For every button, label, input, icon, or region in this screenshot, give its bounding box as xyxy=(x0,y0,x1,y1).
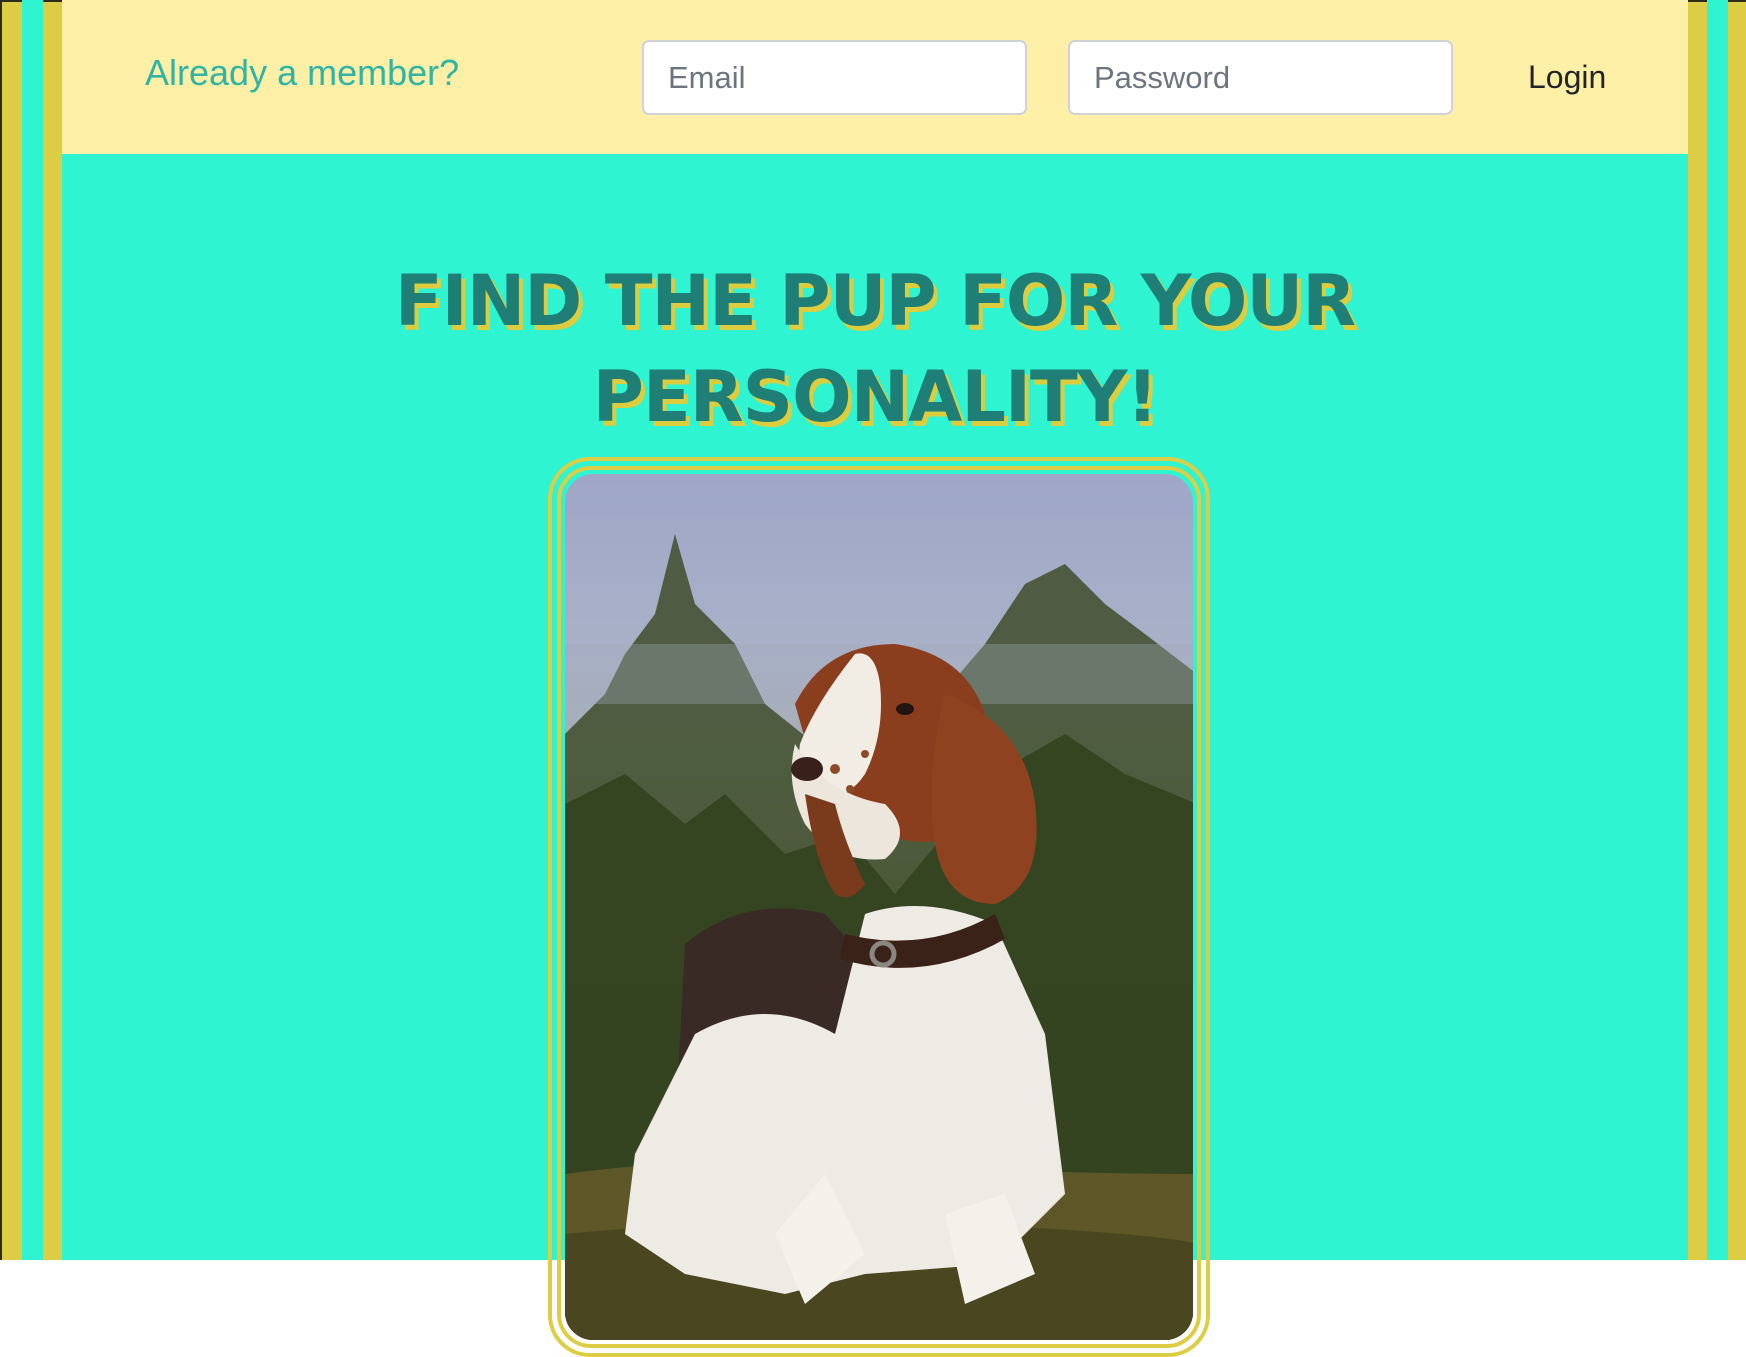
email-input[interactable] xyxy=(642,40,1027,115)
page-title-line-1: FIND THE PUP FOR YOUR xyxy=(394,259,1356,342)
right-stripe xyxy=(1707,0,1728,1260)
member-prompt: Already a member? xyxy=(145,52,460,93)
dog-photo-inner-frame xyxy=(557,466,1201,1348)
left-stripe xyxy=(22,0,43,1260)
login-button[interactable]: Login xyxy=(1520,40,1614,115)
page-main: Already a member? Login FIND THE PUP FOR… xyxy=(62,0,1688,1357)
password-input[interactable] xyxy=(1068,40,1453,115)
dog-photo-frame xyxy=(548,457,1210,1357)
login-header: Already a member? Login xyxy=(62,0,1688,154)
dog-illustration xyxy=(565,534,1193,1340)
dog-photo xyxy=(565,474,1193,1340)
page-title-line-2: PERSONALITY! xyxy=(592,355,1159,438)
page-title: FIND THE PUP FOR YOUR PERSONALITY! xyxy=(62,253,1688,445)
